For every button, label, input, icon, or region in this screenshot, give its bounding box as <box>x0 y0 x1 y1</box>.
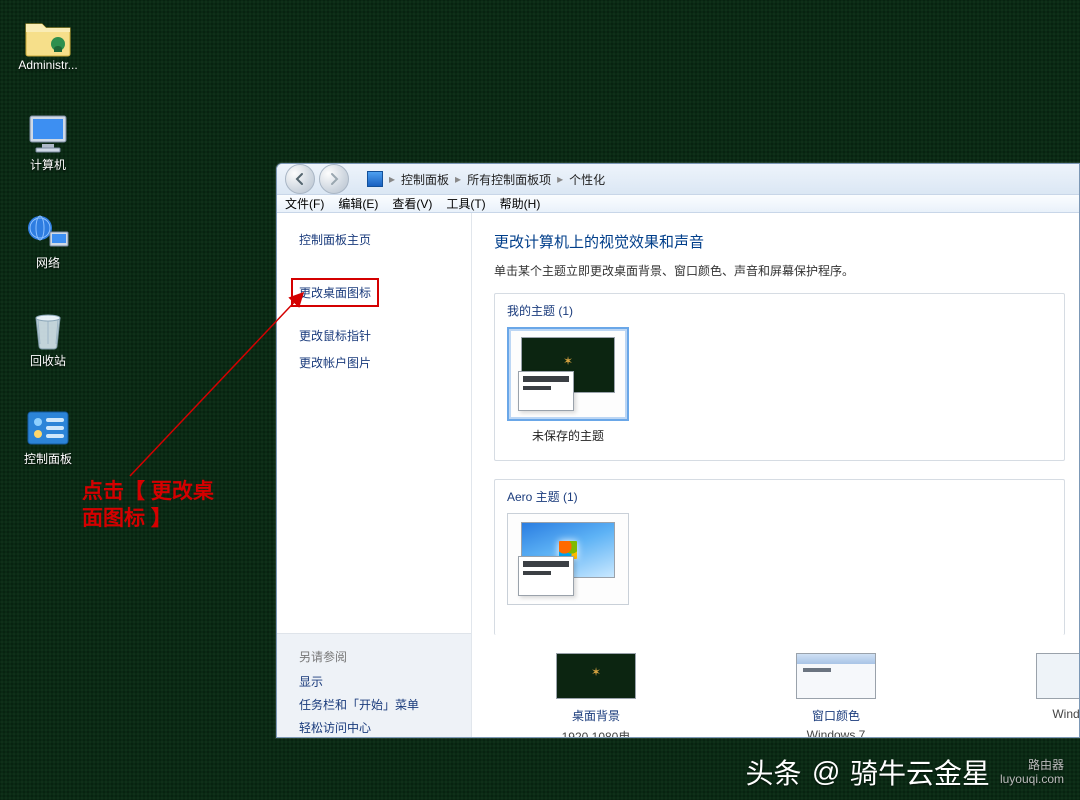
content-area: 更改计算机上的视觉效果和声音 单击某个主题立即更改桌面背景、窗口颜色、声音和屏幕… <box>472 213 1079 738</box>
my-themes-header[interactable]: 我的主题 (1) <box>507 302 1052 319</box>
change-account-picture-link[interactable]: 更改帐户图片 <box>299 354 453 371</box>
desktop-icon-control-panel[interactable]: 控制面板 <box>8 406 88 490</box>
sounds-button-partial[interactable]: Wind <box>1036 653 1079 738</box>
page-subheading: 单击某个主题立即更改桌面背景、窗口颜色、声音和屏幕保护程序。 <box>494 262 1065 279</box>
menu-view[interactable]: 查看(V) <box>392 195 432 212</box>
change-mouse-pointers-link[interactable]: 更改鼠标指针 <box>299 327 453 344</box>
titlebar: ▸ 控制面板 ▸ 所有控制面板项 ▸ 个性化 <box>277 164 1079 194</box>
breadcrumb: ▸ 控制面板 ▸ 所有控制面板项 ▸ 个性化 <box>367 171 1071 188</box>
personalization-window: ▸ 控制面板 ▸ 所有控制面板项 ▸ 个性化 文件(F) 编辑(E) 查看(V)… <box>276 163 1080 738</box>
breadcrumb-item[interactable]: 控制面板 <box>401 171 449 188</box>
menubar: 文件(F) 编辑(E) 查看(V) 工具(T) 帮助(H) <box>277 194 1079 213</box>
wallpaper-glyph-icon: ✶ <box>563 354 573 368</box>
breadcrumb-item[interactable]: 所有控制面板项 <box>467 171 551 188</box>
see-also-section: 另请参阅 显示 任务栏和「开始」菜单 轻松访问中心 <box>277 633 471 738</box>
desktop-icons: Administr... 计算机 网络 回收站 控制面板 <box>8 14 88 504</box>
chevron-right-icon: ▸ <box>389 172 395 186</box>
ease-of-access-link[interactable]: 轻松访问中心 <box>299 719 449 736</box>
breadcrumb-item[interactable]: 个性化 <box>569 171 605 188</box>
aero-theme-tile[interactable] <box>507 513 629 605</box>
folder-user-icon <box>24 14 72 58</box>
watermark: 头条 @ 骑牛云金星 路由器luyouqi.com <box>746 752 1065 792</box>
chevron-right-icon: ▸ <box>455 172 461 186</box>
desktop-icon-administrator[interactable]: Administr... <box>8 14 88 98</box>
desktop-icon-network[interactable]: 网络 <box>8 210 88 294</box>
page-heading: 更改计算机上的视觉效果和声音 <box>494 231 1065 252</box>
nav-forward-button[interactable] <box>319 164 349 194</box>
network-icon <box>24 210 72 254</box>
control-panel-home-link[interactable]: 控制面板主页 <box>299 231 453 248</box>
sounds-thumb-icon <box>1036 653 1079 699</box>
sidebar: 控制面板主页 更改桌面图标 更改鼠标指针 更改帐户图片 另请参阅 显示 任务栏和… <box>277 213 472 738</box>
nav-back-button[interactable] <box>285 164 315 194</box>
control-panel-mini-icon <box>367 171 383 187</box>
recyclebin-icon <box>24 308 72 352</box>
change-desktop-icons-link[interactable]: 更改桌面图标 <box>291 278 379 307</box>
window-color-button[interactable]: 窗口颜色 Windows 7 Basic <box>796 653 876 738</box>
window-frame-thumb-icon <box>518 556 574 596</box>
taskbar-startmenu-link[interactable]: 任务栏和「开始」菜单 <box>299 696 449 713</box>
desktop-background-thumb-icon: ✶ <box>556 653 636 699</box>
my-themes-group: 我的主题 (1) ✶ 未保存的主题 <box>494 293 1065 461</box>
aero-themes-header[interactable]: Aero 主题 (1) <box>507 488 1052 505</box>
menu-file[interactable]: 文件(F) <box>285 195 324 212</box>
aero-themes-group: Aero 主题 (1) <box>494 479 1065 635</box>
menu-edit[interactable]: 编辑(E) <box>338 195 378 212</box>
computer-icon <box>24 112 72 156</box>
menu-tools[interactable]: 工具(T) <box>446 195 485 212</box>
theme-settings-row: ✶ 桌面背景 1920 1080电脑背景 窗口颜色 Windows 7 Basi… <box>494 653 1065 738</box>
control-panel-icon <box>24 406 72 450</box>
window-color-thumb-icon <box>796 653 876 699</box>
menu-help[interactable]: 帮助(H) <box>500 195 541 212</box>
desktop-background-button[interactable]: ✶ 桌面背景 1920 1080电脑背景 <box>556 653 636 738</box>
desktop-icon-computer[interactable]: 计算机 <box>8 112 88 196</box>
annotation-text: 点击【 更改桌 面图标 】 <box>82 478 214 533</box>
display-link[interactable]: 显示 <box>299 673 449 690</box>
desktop-icon-recyclebin[interactable]: 回收站 <box>8 308 88 392</box>
window-frame-thumb-icon <box>518 371 574 411</box>
chevron-right-icon: ▸ <box>557 172 563 186</box>
unsaved-theme-tile[interactable]: ✶ 未保存的主题 <box>507 327 629 444</box>
